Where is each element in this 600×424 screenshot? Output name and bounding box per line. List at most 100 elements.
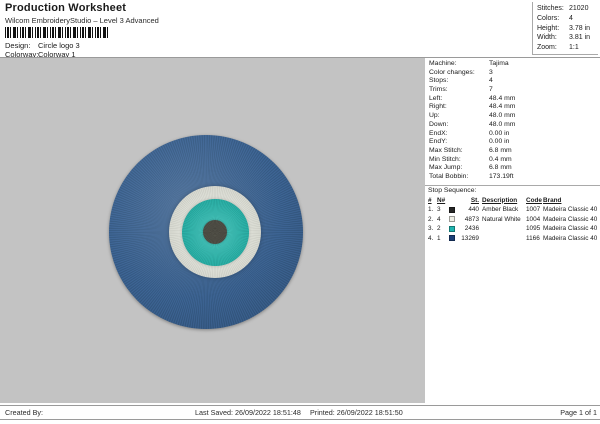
- machine-info-row: Total Bobbin:173.19ft: [429, 173, 600, 182]
- row-stitches: 4873: [459, 215, 479, 225]
- design-stats-box: Stitches: 21020 Colors: 4 Height: 3.78 i…: [532, 2, 598, 55]
- stat-value: 1:1: [569, 43, 579, 53]
- col-header-needle: N#: [437, 196, 449, 206]
- row-needle: 3: [437, 205, 449, 215]
- design-label: Design:: [5, 41, 38, 50]
- stat-row-colors: Colors: 4: [537, 14, 598, 24]
- row-num: 3.: [428, 224, 437, 234]
- eye-teal-iris: [182, 199, 249, 266]
- row-code: 1095: [525, 224, 539, 234]
- machine-info-row: Max Stitch:6.8 mm: [429, 147, 600, 156]
- machine-info-value: 48.4 mm: [489, 103, 515, 112]
- machine-info-label: Down:: [429, 121, 489, 130]
- row-description: Amber Black: [479, 205, 525, 215]
- stop-sequence-title: Stop Sequence:: [428, 187, 600, 196]
- page-title: Production Worksheet: [5, 2, 126, 14]
- machine-info-row: Color changes:3: [429, 69, 600, 78]
- machine-info-value: 48.0 mm: [489, 121, 515, 130]
- machine-info-panel: Machine:Tajima Color changes:3 Stops:4 T…: [425, 58, 600, 403]
- stop-sequence-section: Stop Sequence: # N# St. Description Code…: [428, 187, 600, 243]
- row-num: 2.: [428, 215, 437, 225]
- footer-printed: Printed: 26/09/2022 18:51:50: [310, 408, 403, 417]
- row-stitches: 13269: [459, 234, 479, 244]
- machine-info-value: 0.00 in: [489, 138, 509, 147]
- col-header-description: Description: [479, 196, 525, 206]
- stat-row-height: Height: 3.78 in: [537, 24, 598, 34]
- machine-info-row: EndX:0.00 in: [429, 130, 600, 139]
- row-brand: Madeira Classic 40: [539, 205, 597, 215]
- footer-page-number: Page 1 of 1: [560, 408, 597, 417]
- row-num: 4.: [428, 234, 437, 244]
- thread-swatch-cell: [449, 226, 459, 232]
- machine-info-label: Machine:: [429, 60, 489, 69]
- row-brand: Madeira Classic 40: [539, 215, 597, 225]
- stat-row-stitches: Stitches: 21020: [537, 4, 598, 14]
- machine-info-value: 3: [489, 69, 493, 78]
- stat-value: 3.81 in: [569, 33, 590, 43]
- stat-label: Width:: [537, 33, 569, 43]
- eye-white-ring: [169, 186, 261, 278]
- stat-row-width: Width: 3.81 in: [537, 33, 598, 43]
- machine-info-label: Total Bobbin:: [429, 173, 489, 182]
- stat-value: 4: [569, 14, 573, 24]
- row-code: 1007: [525, 205, 539, 215]
- col-header-num: #: [428, 196, 437, 206]
- design-value: Circle logo 3: [38, 41, 80, 50]
- thread-color-swatch: [449, 216, 455, 222]
- row-stitches: 2436: [459, 224, 479, 234]
- row-num: 1.: [428, 205, 437, 215]
- col-header-code: Code: [525, 196, 539, 206]
- row-brand: Madeira Classic 40: [539, 224, 597, 234]
- machine-info-value: 6.8 mm: [489, 164, 512, 173]
- machine-info-value: Tajima: [489, 60, 509, 69]
- stop-sequence-row: 1. 3 440 Amber Black 1007 Madeira Classi…: [428, 205, 600, 215]
- machine-info-label: Trims:: [429, 86, 489, 95]
- machine-info-row: Max Jump:6.8 mm: [429, 164, 600, 173]
- machine-info-list: Machine:Tajima Color changes:3 Stops:4 T…: [429, 60, 600, 182]
- machine-info-label: Min Stitch:: [429, 156, 489, 165]
- stop-sequence-divider: [425, 185, 600, 186]
- stop-sequence-row: 2. 4 4873 Natural White 1004 Madeira Cla…: [428, 215, 600, 225]
- machine-info-label: Left:: [429, 95, 489, 104]
- stat-row-zoom: Zoom: 1:1: [537, 43, 598, 53]
- machine-info-label: Right:: [429, 103, 489, 112]
- machine-info-row: EndY:0.00 in: [429, 138, 600, 147]
- machine-info-label: EndY:: [429, 138, 489, 147]
- app-subtitle: Wilcom EmbroideryStudio – Level 3 Advanc…: [5, 16, 159, 25]
- design-row: Design: Circle logo 3: [5, 41, 80, 50]
- stat-label: Zoom:: [537, 43, 569, 53]
- stop-sequence-row: 3. 2 2436 1095 Madeira Classic 40: [428, 224, 600, 234]
- footer-bottom-divider: [0, 419, 600, 420]
- machine-info-label: Max Stitch:: [429, 147, 489, 156]
- machine-info-row: Trims:7: [429, 86, 600, 95]
- row-code: 1166: [525, 234, 539, 244]
- machine-info-value: 0.00 in: [489, 130, 509, 139]
- stat-value: 21020: [569, 4, 588, 14]
- thread-color-swatch: [449, 235, 455, 241]
- machine-info-value: 48.4 mm: [489, 95, 515, 104]
- thread-color-swatch: [449, 226, 455, 232]
- thread-swatch-cell: [449, 216, 459, 222]
- machine-info-value: 48.0 mm: [489, 112, 515, 121]
- footer-top-divider: [0, 405, 600, 406]
- col-header-brand: Brand: [539, 196, 561, 206]
- machine-info-row: Right:48.4 mm: [429, 103, 600, 112]
- row-needle: 1: [437, 234, 449, 244]
- machine-info-row: Machine:Tajima: [429, 60, 600, 69]
- production-worksheet-page: { "header": { "title": "Production Works…: [0, 0, 600, 424]
- design-canvas: [0, 58, 425, 403]
- machine-info-label: Color changes:: [429, 69, 489, 78]
- design-barcode: [5, 27, 109, 38]
- machine-info-row: Min Stitch:0.4 mm: [429, 156, 600, 165]
- thread-color-swatch: [449, 207, 455, 213]
- footer-created-by: Created By:: [5, 408, 43, 417]
- machine-info-label: Up:: [429, 112, 489, 121]
- col-header-stitches: St.: [459, 196, 479, 206]
- thread-swatch-cell: [449, 235, 459, 241]
- machine-info-value: 7: [489, 86, 493, 95]
- stop-sequence-header-row: # N# St. Description Code Brand: [428, 196, 600, 206]
- eye-outer-circle: [109, 135, 303, 329]
- machine-info-label: EndX:: [429, 130, 489, 139]
- footer-last-saved: Last Saved: 26/09/2022 18:51:48: [195, 408, 301, 417]
- machine-info-row: Left:48.4 mm: [429, 95, 600, 104]
